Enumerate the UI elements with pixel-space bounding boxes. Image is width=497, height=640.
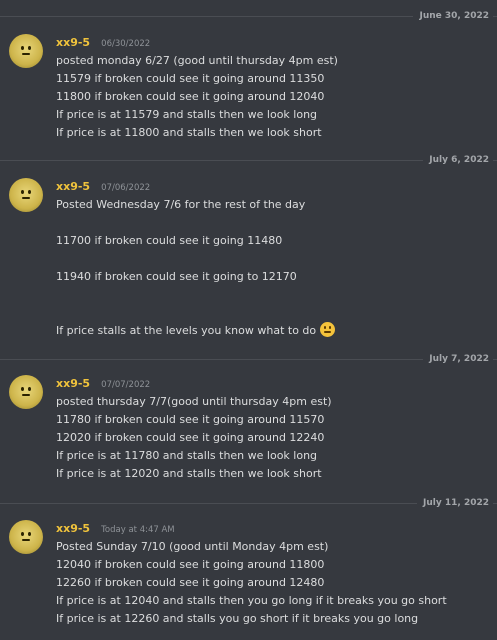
avatar[interactable] (9, 520, 43, 554)
avatar[interactable] (9, 34, 43, 68)
message-line: If price stalls at the levels you know w… (56, 322, 491, 340)
message-line: If price is at 12040 and stalls then you… (56, 594, 447, 607)
message-line: 11800 if broken could see it going aroun… (56, 90, 325, 103)
message-line: 11700 if broken could see it going 11480 (56, 234, 283, 247)
message-line: Posted Sunday 7/10 (good until Monday 4p… (56, 540, 329, 553)
message-timestamp: Today at 4:47 AM (101, 525, 175, 535)
username[interactable]: xx9-5 (56, 377, 90, 390)
avatar[interactable] (9, 178, 43, 212)
message-line: posted thursday 7/7(good until thursday … (56, 395, 332, 408)
message-line: If price is at 11579 and stalls then we … (56, 108, 318, 121)
date-divider: July 7, 2022 (0, 353, 497, 365)
message-timestamp: 07/06/2022 (101, 183, 151, 193)
message-line: If price is at 11780 and stalls then we … (56, 449, 318, 462)
date-divider: July 6, 2022 (0, 154, 497, 166)
message-line: 11940 if broken could see it going to 12… (56, 270, 297, 283)
message-timestamp: 07/07/2022 (101, 380, 151, 390)
message-line: 12040 if broken could see it going aroun… (56, 558, 325, 571)
message-line: 11579 if broken could see it going aroun… (56, 72, 325, 85)
date-divider-label: July 6, 2022 (423, 154, 493, 166)
message-timestamp: 06/30/2022 (101, 39, 151, 49)
date-divider: June 30, 2022 (0, 10, 497, 22)
message-line: If price is at 12020 and stalls then we … (56, 467, 322, 480)
message-line: 12260 if broken could see it going aroun… (56, 576, 325, 589)
message-line: 12020 if broken could see it going aroun… (56, 431, 325, 444)
date-divider-label: July 7, 2022 (423, 353, 493, 365)
username[interactable]: xx9-5 (56, 180, 90, 193)
date-divider: July 11, 2022 (0, 497, 497, 509)
date-divider-label: June 30, 2022 (413, 10, 493, 22)
message-line: posted monday 6/27 (good until thursday … (56, 54, 338, 67)
username[interactable]: xx9-5 (56, 522, 90, 535)
message-line: If price is at 12260 and stalls you go s… (56, 612, 419, 625)
date-divider-label: July 11, 2022 (417, 497, 493, 509)
message-line-text: If price stalls at the levels you know w… (56, 324, 317, 337)
avatar[interactable] (9, 375, 43, 409)
message-line: If price is at 11800 and stalls then we … (56, 126, 322, 139)
message-line: 11780 if broken could see it going aroun… (56, 413, 325, 426)
message-line: Posted Wednesday 7/6 for the rest of the… (56, 198, 306, 211)
username[interactable]: xx9-5 (56, 36, 90, 49)
slightly-smiling-face-icon (320, 322, 336, 337)
